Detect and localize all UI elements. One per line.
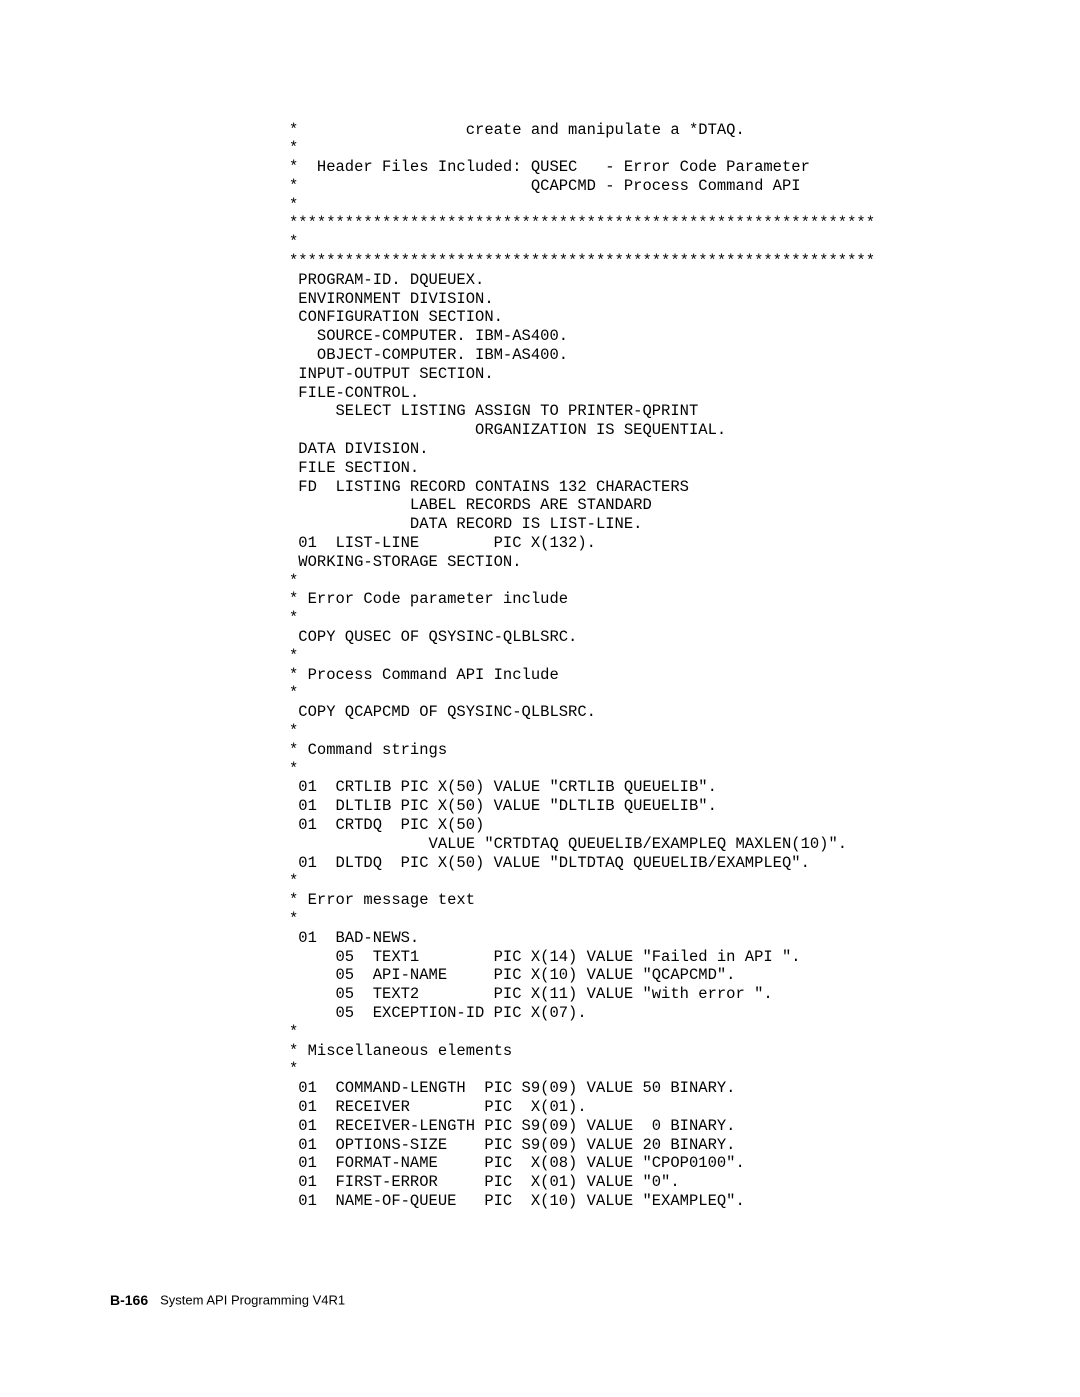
page-footer: B-166 System API Programming V4R1 bbox=[110, 1292, 345, 1308]
page-number: B-166 bbox=[110, 1292, 148, 1308]
code-block: * create and manipulate a *DTAQ. * * Hea… bbox=[289, 121, 989, 1211]
footer-title: System API Programming V4R1 bbox=[160, 1293, 345, 1308]
